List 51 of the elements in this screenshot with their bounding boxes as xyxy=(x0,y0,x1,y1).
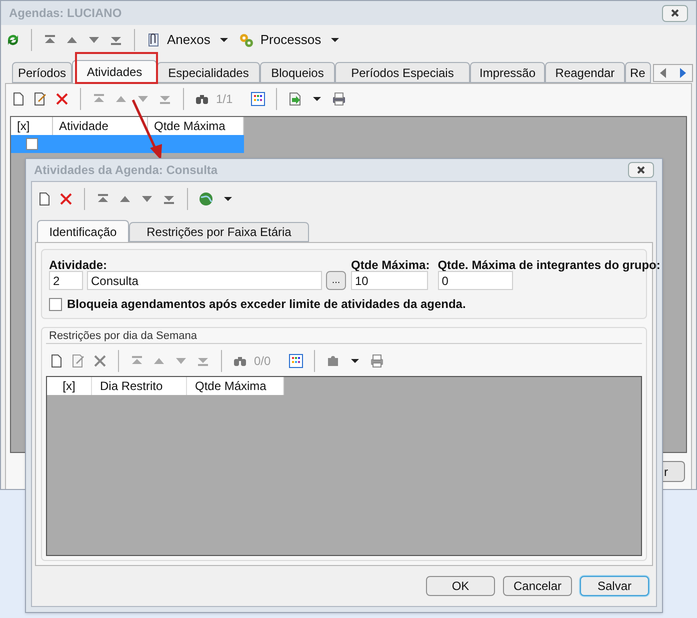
block-option-label: Bloqueia agendamentos após exceder limite de atividades da agenda. xyxy=(67,296,466,313)
processes-menu[interactable]: Processos xyxy=(260,30,322,50)
dialog-button[interactable]: Salvar xyxy=(580,576,649,596)
dialog-title: Atividades da Agenda: Consulta xyxy=(34,162,218,179)
refresh-icon[interactable] xyxy=(5,32,21,48)
edit-document-icon[interactable] xyxy=(32,91,48,107)
tab[interactable]: Restrições por Faixa Etária xyxy=(129,222,309,242)
group-max-label: Qtde. Máxima de integrantes do grupo: xyxy=(438,257,660,271)
tab[interactable]: Reagendar xyxy=(545,62,625,83)
attachments-menu[interactable]: Anexos xyxy=(167,30,210,50)
column-header: [x] xyxy=(47,377,92,395)
printer-icon[interactable] xyxy=(369,353,385,369)
table-row[interactable] xyxy=(11,135,244,153)
checkbox[interactable] xyxy=(26,138,38,150)
dialog-button[interactable]: OK xyxy=(426,576,495,596)
delete-icon[interactable] xyxy=(92,353,108,369)
globe-icon[interactable] xyxy=(198,191,214,207)
record-counter: 0/0 xyxy=(254,353,272,370)
tab[interactable]: Períodos Especiais xyxy=(335,62,470,83)
activity-label: Atividade: xyxy=(49,257,108,271)
activity-code-field[interactable]: 2 xyxy=(49,271,83,290)
close-button[interactable] xyxy=(628,162,654,178)
grid-icon[interactable] xyxy=(250,91,266,107)
tab[interactable]: Re xyxy=(625,62,651,83)
delete-icon[interactable] xyxy=(54,91,70,107)
record-counter: 1/1 xyxy=(216,91,234,108)
dialog-button[interactable]: Cancelar xyxy=(503,576,572,596)
export-icon[interactable] xyxy=(287,91,303,107)
column-header: Qtde Máxima xyxy=(148,117,244,135)
grid-icon[interactable] xyxy=(288,353,304,369)
tab[interactable]: Identificação xyxy=(37,220,129,242)
column-header: Atividade xyxy=(53,117,148,135)
group-title: Restrições por dia da Semana xyxy=(46,328,642,344)
printer-icon[interactable] xyxy=(331,91,347,107)
group-max-field[interactable]: 0 xyxy=(438,271,513,290)
activity-name-field[interactable]: Consulta xyxy=(87,271,322,290)
close-button[interactable] xyxy=(662,4,688,22)
checkbox[interactable] xyxy=(49,298,62,310)
lookup-button[interactable]: ... xyxy=(326,271,346,290)
tab[interactable]: Períodos xyxy=(12,62,72,83)
tab[interactable]: Bloqueios xyxy=(260,62,335,83)
window-title: Agendas: LUCIANO xyxy=(9,5,122,22)
max-quantity-label: Qtde Máxima: xyxy=(351,257,430,271)
tab[interactable]: Atividades xyxy=(72,60,157,83)
tab[interactable]: Impressão xyxy=(470,62,545,83)
column-header: Dia Restrito xyxy=(92,377,187,395)
delete-icon[interactable] xyxy=(58,191,74,207)
tab[interactable]: Especialidades xyxy=(157,62,260,83)
max-quantity-field[interactable]: 10 xyxy=(351,271,428,290)
column-header: Qtde Máxima xyxy=(187,377,284,395)
column-header: [x] xyxy=(11,117,53,135)
